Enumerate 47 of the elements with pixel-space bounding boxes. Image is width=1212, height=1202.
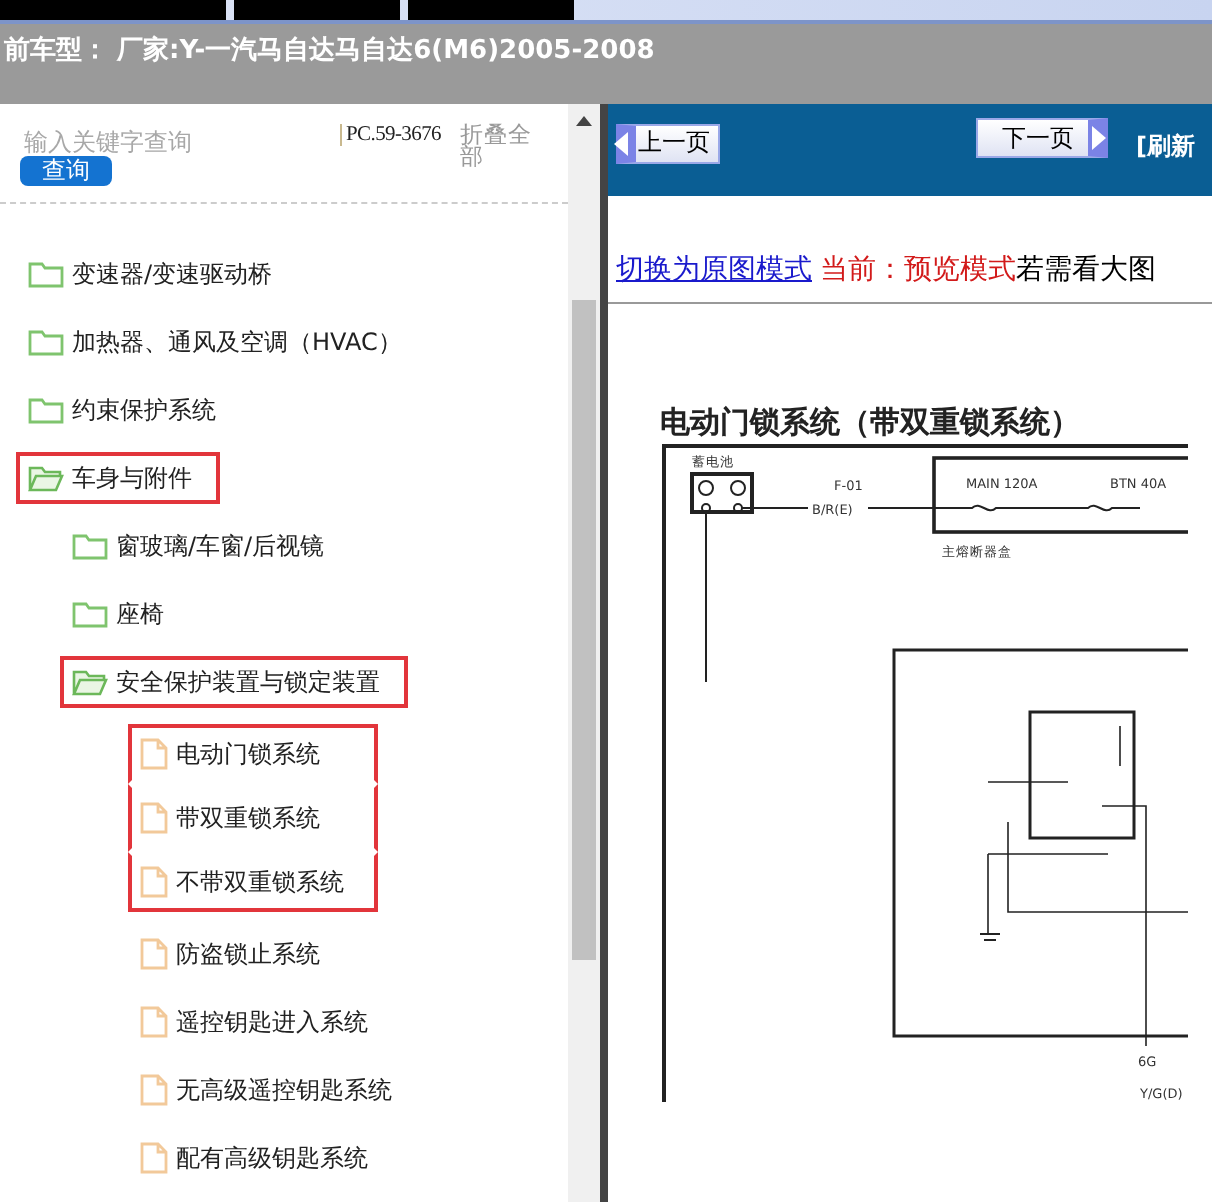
folder-icon: [72, 600, 108, 628]
hint-text: 若需看大图: [1016, 254, 1156, 286]
tree-item[interactable]: 座椅: [60, 588, 176, 640]
document-icon: [140, 938, 168, 970]
tree-item[interactable]: 配有高级钥匙系统: [128, 1132, 380, 1184]
left-arrow-icon: [612, 129, 630, 157]
code-label: PC.59-3676: [340, 124, 450, 146]
window-tab[interactable]: [408, 0, 574, 20]
switch-mode-link[interactable]: 切换为原图模式: [616, 254, 812, 286]
document-icon: [140, 802, 168, 834]
search-field[interactable]: 输入关键字查询: [20, 124, 328, 160]
tree-item[interactable]: 窗玻璃/车窗/后视镜: [60, 520, 337, 572]
document-icon: [140, 738, 168, 770]
folder-icon: [28, 260, 64, 288]
open-folder-icon: [28, 464, 64, 492]
folder-icon: [28, 396, 64, 424]
document-icon: [140, 1142, 168, 1174]
scroll-thumb[interactable]: [572, 300, 596, 960]
tree-item[interactable]: 安全保护装置与锁定装置: [60, 656, 408, 708]
folder-icon: [72, 532, 108, 560]
tree-item[interactable]: 不带双重锁系统: [128, 852, 378, 912]
previous-page-button[interactable]: 上一页: [616, 123, 720, 163]
scrollbar[interactable]: [568, 104, 600, 1202]
tree-item[interactable]: 带双重锁系统: [128, 784, 378, 852]
scroll-up-icon[interactable]: [574, 112, 594, 128]
tree-item[interactable]: 变速器/变速驱动桥: [16, 248, 285, 300]
window-tab[interactable]: [234, 0, 400, 20]
car-model-title: 前车型： 厂家:Y-一汽马自达马自达6(M6)2005-2008: [4, 36, 655, 66]
document-icon: [140, 1074, 168, 1106]
open-folder-icon: [72, 668, 108, 696]
tree-item[interactable]: 防盗锁止系统: [128, 928, 332, 980]
folder-icon: [28, 328, 64, 356]
next-page-button[interactable]: 下一页: [976, 118, 1108, 158]
current-mode-label: 当前：预览模式: [820, 254, 1016, 286]
refresh-link[interactable]: [刷新: [1136, 129, 1195, 163]
tree-item[interactable]: 无高级遥控钥匙系统: [128, 1064, 404, 1116]
diagram-title: 电动门锁系统（带双重锁系统）: [660, 404, 1082, 442]
tree-item[interactable]: 约束保护系统: [16, 384, 228, 436]
document-icon: [140, 866, 168, 898]
document-icon: [140, 1006, 168, 1038]
window-tab[interactable]: [0, 0, 226, 20]
tree-item[interactable]: 加热器、通风及空调（HVAC）: [16, 316, 414, 368]
search-button[interactable]: 查询: [20, 156, 112, 186]
right-arrow-icon: [1090, 124, 1108, 152]
tree-item[interactable]: 遥控钥匙进入系统: [128, 996, 380, 1048]
tree-item[interactable]: 电动门锁系统: [128, 724, 378, 784]
tree-item[interactable]: 车身与附件: [16, 452, 220, 504]
